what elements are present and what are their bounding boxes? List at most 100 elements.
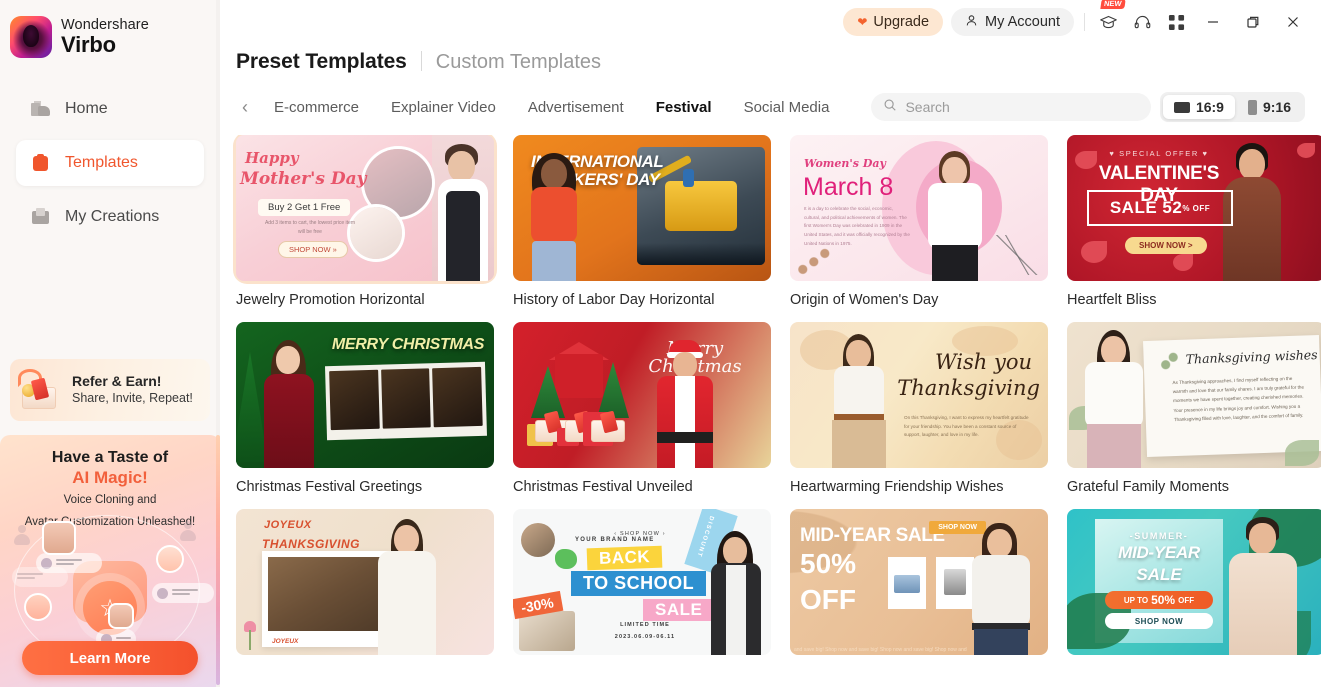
headset-support-icon[interactable] <box>1125 7 1159 37</box>
thumb-text: JOYEUX <box>264 519 312 531</box>
app-window: Wondershare Virbo Home Templates My Crea… <box>0 0 1321 687</box>
divider <box>1084 13 1085 31</box>
thumb-text: MID-YEAR SALE <box>800 525 945 546</box>
divider <box>420 51 422 71</box>
template-thumbnail-wrap[interactable]: Thanksgiving wishes As Thanksgiving appr… <box>1067 322 1321 468</box>
template-thumbnail-wrap[interactable]: Women's Day March 8 It is a day to celeb… <box>790 135 1048 281</box>
template-thumbnail-wrap[interactable]: ♥ SPECIAL OFFER ♥ VALENTINE'S DAY SALE 5… <box>1067 135 1321 281</box>
ratio-16-9-button[interactable]: 16:9 <box>1162 95 1235 119</box>
sidebar: Wondershare Virbo Home Templates My Crea… <box>0 0 220 687</box>
template-thumbnail-wrap[interactable]: INTERNATIONAL WORKERS' DAY <box>513 135 771 281</box>
thumb-text: Women's Day <box>804 157 886 170</box>
search-input[interactable] <box>905 99 1140 115</box>
tab-e-commerce[interactable]: E-commerce <box>258 99 375 116</box>
template-thumbnail-wrap[interactable]: -SUMMER- MID-YEAR SALE UP TO 50% OFF SHO… <box>1067 509 1321 655</box>
tab-explainer-video[interactable]: Explainer Video <box>375 99 512 116</box>
thumb-fineprint: Add 3 items to cart, the lowest price it… <box>264 220 356 235</box>
template-row: Happy Mother's Day Buy 2 Get 1 Free Add … <box>236 135 1321 308</box>
search-box[interactable] <box>871 93 1152 121</box>
template-title: Christmas Festival Greetings <box>236 479 423 495</box>
template-card-summer-mid-year-sale[interactable]: -SUMMER- MID-YEAR SALE UP TO 50% OFF SHO… <box>1067 509 1321 666</box>
tab-preset-templates[interactable]: Preset Templates <box>236 50 407 74</box>
thumb-text: Thanksgiving wishes <box>1185 347 1318 367</box>
thumb-cta: SHOW NOW > <box>1125 237 1207 254</box>
template-card-christmas-greetings[interactable]: MERRY CHRISTMAS Christmas Festival Greet… <box>236 322 494 495</box>
chevron-left-icon[interactable]: ‹ <box>232 94 258 120</box>
brand-product: Virbo <box>61 32 116 58</box>
learn-more-button[interactable]: Learn More <box>22 641 198 675</box>
tab-advertisement[interactable]: Advertisement <box>512 99 640 116</box>
ai-magic-promo[interactable]: Have a Taste of AI Magic! Voice Cloning … <box>0 435 220 687</box>
template-thumbnail-wrap[interactable]: Wish you Thanksgiving On this Thanksgivi… <box>790 322 1048 468</box>
template-card-jewelry-promotion[interactable]: Happy Mother's Day Buy 2 Get 1 Free Add … <box>236 135 494 308</box>
template-thumbnail-wrap[interactable]: MID-YEAR SALE 50% OFF SHOP NOW and save … <box>790 509 1048 655</box>
chip-bars <box>172 589 198 597</box>
close-button[interactable] <box>1273 5 1313 39</box>
thumb-text: TO SCHOOL <box>571 571 707 596</box>
tab-festival[interactable]: Festival <box>640 99 728 116</box>
tab-custom-templates[interactable]: Custom Templates <box>436 51 601 74</box>
presenter <box>1227 517 1299 655</box>
sidebar-item-templates[interactable]: Templates <box>16 140 204 186</box>
graduation-cap-icon[interactable]: NEW <box>1091 0 1125 37</box>
portrait-icon <box>1247 99 1257 115</box>
template-card-friendship-wishes[interactable]: Wish you Thanksgiving On this Thanksgivi… <box>790 322 1048 495</box>
thumb-text: THANKSGIVING <box>262 537 361 551</box>
template-thumbnail: DISCOUNT YOUR BRAND NAME ‹ SHOP NOW › BA… <box>513 509 771 655</box>
minimize-button[interactable] <box>1193 5 1233 39</box>
ratio-9-16-button[interactable]: 9:16 <box>1237 95 1302 119</box>
thumb-text: OFF <box>1178 595 1195 605</box>
my-account-button[interactable]: My Account <box>951 8 1074 36</box>
thumb-text: OFF <box>800 584 856 615</box>
thumb-photo <box>519 611 575 651</box>
new-badge: NEW <box>1099 0 1125 10</box>
aspect-ratio-toggle: 16:9 9:16 <box>1159 92 1305 122</box>
template-thumbnail-wrap[interactable]: MERRY CHRISTMAS <box>236 322 494 468</box>
sidebar-item-my-creations[interactable]: My Creations <box>16 194 204 240</box>
template-thumbnail-wrap[interactable]: DISCOUNT YOUR BRAND NAME ‹ SHOP NOW › BA… <box>513 509 771 655</box>
template-card-heartfelt-bliss[interactable]: ♥ SPECIAL OFFER ♥ VALENTINE'S DAY SALE 5… <box>1067 135 1321 308</box>
template-thumbnail: INTERNATIONAL WORKERS' DAY <box>513 135 771 281</box>
refer-text: Refer & Earn! Share, Invite, Repeat! <box>72 373 193 406</box>
category-tabs: ‹ E-commerce Explainer Video Advertiseme… <box>220 84 1321 130</box>
template-thumbnail-wrap[interactable]: Happy Mother's Day Buy 2 Get 1 Free Add … <box>236 135 494 281</box>
template-card-grateful-family[interactable]: Thanksgiving wishes As Thanksgiving appr… <box>1067 322 1321 495</box>
refer-and-earn-banner[interactable]: Refer & Earn! Share, Invite, Repeat! <box>10 359 210 421</box>
brand-company: Wondershare <box>61 16 149 33</box>
thumb-text: Wish you <box>935 350 1032 374</box>
thumb-text: ‹ SHOP NOW › <box>614 531 666 537</box>
template-card-joyeux-thanksgiving[interactable]: JOYEUX THANKSGIVING JOYEUX <box>236 509 494 666</box>
grid-apps-icon[interactable] <box>1159 7 1193 37</box>
template-card-mid-year-sale[interactable]: MID-YEAR SALE 50% OFF SHOP NOW and save … <box>790 509 1048 666</box>
voice-chip <box>12 567 68 587</box>
template-thumbnail: MID-YEAR SALE 50% OFF SHOP NOW and save … <box>790 509 1048 655</box>
sidebar-item-home[interactable]: Home <box>16 86 204 132</box>
maximize-button[interactable] <box>1233 5 1273 39</box>
template-grid: Happy Mother's Day Buy 2 Get 1 Free Add … <box>220 135 1321 687</box>
thumb-text: MID-YEAR <box>1118 543 1200 562</box>
template-thumbnail-wrap[interactable]: JOYEUX THANKSGIVING JOYEUX <box>236 509 494 655</box>
refer-subtitle: Share, Invite, Repeat! <box>72 390 193 405</box>
chip-bars <box>17 573 43 581</box>
virbo-avatar-logo-icon <box>10 16 52 58</box>
tab-social-media[interactable]: Social Media <box>728 99 846 116</box>
refer-title: Refer & Earn! <box>72 373 162 390</box>
my-creations-icon <box>30 207 52 227</box>
upgrade-label: Upgrade <box>873 14 930 30</box>
ghost-avatar-icon <box>14 525 30 545</box>
template-card-christmas-unveiled[interactable]: Merry Christmas Christmas Festival Unvei… <box>513 322 771 495</box>
thumb-fineprint: LIMITED TIME 2023.06.09-06.11 <box>575 619 715 643</box>
template-row: JOYEUX THANKSGIVING JOYEUX DISCOUNT YOUR… <box>236 509 1321 666</box>
template-card-labor-day[interactable]: INTERNATIONAL WORKERS' DAY History of La… <box>513 135 771 308</box>
template-card-womens-day[interactable]: Women's Day March 8 It is a day to celeb… <box>790 135 1048 308</box>
template-card-back-to-school[interactable]: DISCOUNT YOUR BRAND NAME ‹ SHOP NOW › BA… <box>513 509 771 666</box>
avatar <box>42 521 76 555</box>
presenter <box>705 529 767 655</box>
thumb-text: ♥ SPECIAL OFFER ♥ <box>1109 149 1209 158</box>
template-thumbnail: Merry Christmas <box>513 322 771 468</box>
template-thumbnail-wrap[interactable]: Merry Christmas <box>513 322 771 468</box>
thumb-text: BACK <box>586 545 663 571</box>
thumb-offer-pill: Buy 2 Get 1 Free <box>258 199 351 216</box>
heart-icon: ❤ <box>857 15 868 29</box>
upgrade-button[interactable]: ❤ Upgrade <box>843 8 944 36</box>
